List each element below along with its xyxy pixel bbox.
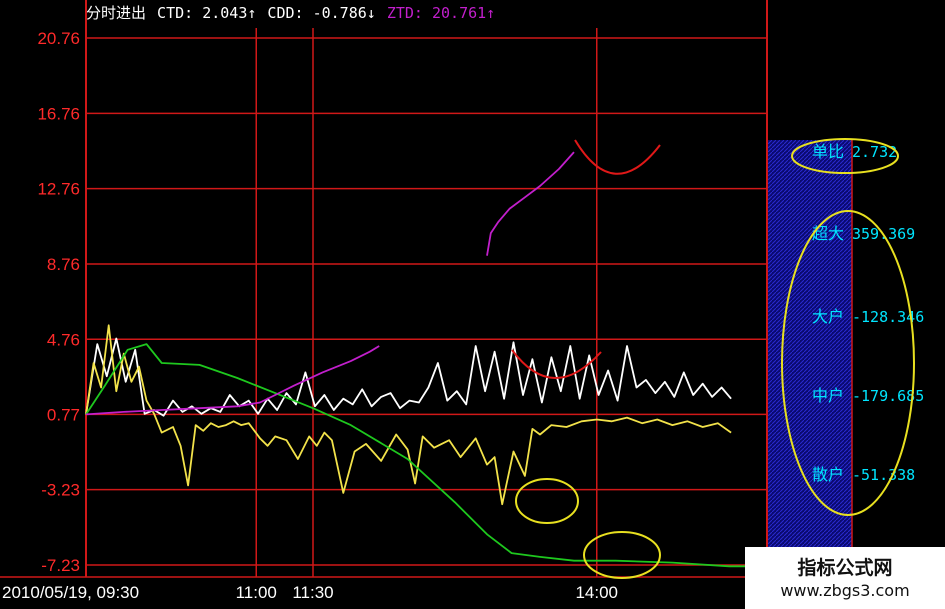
series-line-white bbox=[85, 337, 732, 417]
series-line-green bbox=[85, 343, 767, 568]
y-tick-label: -7.23 bbox=[41, 556, 80, 575]
x-tick-label: 2010/05/19, 09:30 bbox=[2, 583, 139, 602]
y-tick-label: 12.76 bbox=[37, 180, 80, 199]
y-tick-label: 16.76 bbox=[37, 104, 80, 123]
y-tick-label: 0.77 bbox=[47, 405, 80, 424]
panel-item-label: 超大 bbox=[812, 224, 844, 243]
x-axis: 2010/05/19, 09:3011:0011:3014:001 bbox=[2, 583, 772, 602]
watermark: 指标公式网 www.zbgs3.com bbox=[745, 547, 945, 609]
watermark-url: www.zbgs3.com bbox=[780, 581, 910, 600]
panel-item-value: 2.732 bbox=[852, 143, 897, 161]
panel-item-value: -51.338 bbox=[852, 466, 915, 484]
panel-item-label: 单比 bbox=[812, 142, 844, 161]
x-tick-label: 11:00 bbox=[236, 583, 277, 602]
highlight-ellipse-dip bbox=[515, 478, 579, 524]
value-panel bbox=[767, 140, 852, 565]
series-line-purple bbox=[85, 345, 380, 416]
series-line-purple-upper bbox=[486, 151, 575, 256]
y-axis: 20.76 16.76 12.76 8.76 4.76 0.77 -3.23 -7.23 bbox=[37, 29, 80, 575]
y-tick-label: 20.76 bbox=[37, 29, 80, 48]
highlight-arc-upper bbox=[574, 139, 661, 175]
watermark-name: 指标公式网 bbox=[797, 557, 893, 579]
x-tick-label: 14:00 bbox=[575, 583, 618, 602]
chart-grid bbox=[0, 0, 853, 578]
chart-series bbox=[85, 151, 767, 568]
panel-item-label: 大户 bbox=[812, 307, 844, 326]
highlight-ellipse-green bbox=[583, 531, 661, 579]
intraday-chart: 20.76 16.76 12.76 8.76 4.76 0.77 -3.23 -7.23 20… bbox=[0, 0, 924, 602]
value-panel-background bbox=[767, 140, 852, 565]
panel-item-value: -128.346 bbox=[852, 308, 924, 326]
y-tick-label: 8.76 bbox=[47, 255, 80, 274]
y-tick-label: 4.76 bbox=[47, 330, 80, 349]
y-tick-label: -3.23 bbox=[41, 481, 80, 500]
x-tick-label: 11:30 bbox=[292, 583, 333, 602]
panel-item-label: 中户 bbox=[812, 386, 844, 405]
panel-item-label: 散户 bbox=[812, 465, 844, 484]
